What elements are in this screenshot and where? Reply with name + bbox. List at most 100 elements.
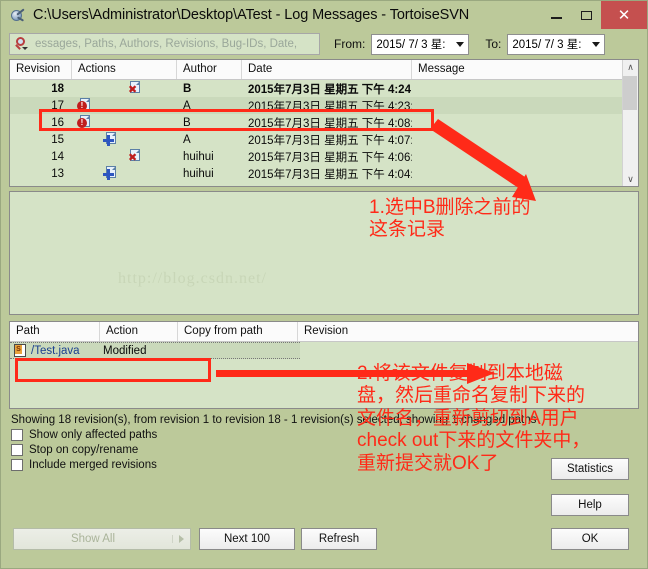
window-title: C:\Users\Administrator\Desktop\ATest - L… bbox=[33, 7, 470, 23]
cell-date: 2015年7月3日 星期五 下午 4:04:53 bbox=[248, 168, 412, 181]
cell-date: 2015年7月3日 星期五 下午 4:08:43 bbox=[248, 117, 412, 130]
search-input[interactable]: essages, Paths, Authors, Revisions, Bug-… bbox=[9, 33, 320, 55]
chevron-down-icon[interactable] bbox=[592, 41, 601, 47]
cell-author: huihui bbox=[183, 167, 214, 180]
cell-actions: ! bbox=[72, 114, 177, 131]
cell-author: A bbox=[183, 99, 191, 112]
close-button[interactable]: ✕ bbox=[601, 1, 647, 29]
search-placeholder: essages, Paths, Authors, Revisions, Bug-… bbox=[35, 38, 298, 50]
cell-revision: 14 bbox=[51, 150, 64, 163]
show-all-label: Show All bbox=[70, 533, 116, 545]
next-100-button[interactable]: Next 100 bbox=[199, 528, 295, 550]
cell-date: 2015年7月3日 星期五 下午 4:06:20 bbox=[248, 151, 412, 164]
log-table-body: 18 ✖ B 2015年7月3日 星期五 下午 4:24:39 17 ! A 2… bbox=[10, 80, 622, 182]
table-row[interactable]: 14 ✖ huihui 2015年7月3日 星期五 下午 4:06:20 bbox=[10, 148, 622, 165]
table-row[interactable]: S /Test.java Modified bbox=[10, 342, 300, 359]
show-all-button[interactable]: Show All bbox=[13, 528, 191, 550]
commit-message-panel[interactable]: http://blog.csdn.net/ bbox=[9, 191, 639, 315]
ok-button[interactable]: OK bbox=[551, 528, 629, 550]
filter-bar: essages, Paths, Authors, Revisions, Bug-… bbox=[1, 29, 647, 59]
cell-actions: ✖ bbox=[72, 148, 177, 165]
table-row[interactable]: 15 A 2015年7月3日 星期五 下午 4:07:19 bbox=[10, 131, 622, 148]
cell-actions bbox=[72, 165, 177, 182]
column-header-copy-from-path[interactable]: Copy from path bbox=[178, 322, 298, 341]
modify-icon: ! bbox=[77, 115, 92, 129]
svn-file-icon: S bbox=[14, 344, 28, 357]
cell-path: /Test.java bbox=[31, 344, 80, 357]
path-table-header: Path Action Copy from path Revision bbox=[10, 322, 638, 342]
table-row[interactable]: 13 huihui 2015年7月3日 星期五 下午 4:04:53 bbox=[10, 165, 622, 182]
table-row[interactable]: 16 ! B 2015年7月3日 星期五 下午 4:08:43 bbox=[10, 114, 622, 131]
refresh-button[interactable]: Refresh bbox=[301, 528, 377, 550]
log-table-header: Revision Actions Author Date Message bbox=[10, 60, 622, 80]
option-show-only-affected-paths[interactable]: Show only affected paths bbox=[11, 429, 647, 441]
cell-revision: 13 bbox=[51, 167, 64, 180]
option-label: Show only affected paths bbox=[29, 429, 158, 441]
table-row[interactable]: 17 ! A 2015年7月3日 星期五 下午 4:23:24 bbox=[10, 97, 622, 114]
from-date-value: 2015/ 7/ 3 星: bbox=[376, 39, 446, 51]
tortoisesvn-log-window: C:\Users\Administrator\Desktop\ATest - L… bbox=[0, 0, 648, 569]
maximize-icon bbox=[580, 10, 592, 20]
cell-actions: ✖ bbox=[72, 80, 177, 97]
scroll-up-icon[interactable]: ∧ bbox=[627, 60, 634, 74]
checkbox[interactable] bbox=[11, 429, 23, 441]
show-all-dropdown[interactable] bbox=[172, 535, 190, 543]
cell-action: Modified bbox=[103, 344, 147, 357]
cell-date: 2015年7月3日 星期五 下午 4:24:39 bbox=[248, 83, 412, 96]
cell-date: 2015年7月3日 星期五 下午 4:07:19 bbox=[248, 134, 412, 147]
column-header-actions[interactable]: Actions bbox=[72, 60, 177, 79]
log-table-panel: Revision Actions Author Date Message 18 … bbox=[9, 59, 639, 187]
column-header-path-revision[interactable]: Revision bbox=[298, 322, 398, 341]
cell-revision: 16 bbox=[51, 116, 64, 129]
cell-author: A bbox=[183, 133, 191, 146]
from-label: From: bbox=[334, 37, 366, 51]
cell-actions bbox=[72, 131, 177, 148]
window-controls: ✕ bbox=[541, 1, 647, 29]
watermark-text: http://blog.csdn.net/ bbox=[118, 270, 267, 287]
statistics-button[interactable]: Statistics bbox=[551, 458, 629, 480]
cell-author: B bbox=[183, 116, 191, 129]
table-row[interactable]: 18 ✖ B 2015年7月3日 星期五 下午 4:24:39 bbox=[10, 80, 622, 97]
search-icon[interactable] bbox=[13, 35, 33, 53]
column-header-revision[interactable]: Revision bbox=[10, 60, 72, 79]
scrollbar-thumb[interactable] bbox=[623, 76, 637, 110]
chevron-down-icon[interactable] bbox=[456, 41, 465, 47]
column-header-message[interactable]: Message bbox=[412, 60, 528, 79]
option-label: Include merged revisions bbox=[29, 459, 157, 471]
cell-revision: 17 bbox=[51, 99, 64, 112]
column-header-action[interactable]: Action bbox=[100, 322, 178, 341]
to-date-picker[interactable]: 2015/ 7/ 3 星: bbox=[507, 33, 606, 55]
checkbox[interactable] bbox=[11, 459, 23, 471]
cell-revision: 18 bbox=[51, 82, 64, 95]
column-header-author[interactable]: Author bbox=[177, 60, 242, 79]
delete-icon: ✖ bbox=[128, 149, 142, 163]
cell-date: 2015年7月3日 星期五 下午 4:23:24 bbox=[248, 100, 412, 113]
add-icon bbox=[103, 166, 118, 180]
column-header-path[interactable]: Path bbox=[10, 322, 100, 341]
checkbox[interactable] bbox=[11, 444, 23, 456]
help-button[interactable]: Help bbox=[551, 494, 629, 516]
log-scrollbar[interactable]: ∧ ∨ bbox=[622, 60, 638, 186]
cell-actions: ! bbox=[72, 97, 177, 114]
to-date-value: 2015/ 7/ 3 星: bbox=[512, 39, 582, 51]
option-stop-on-copy-rename[interactable]: Stop on copy/rename bbox=[11, 444, 647, 456]
minimize-icon bbox=[550, 17, 562, 19]
from-date-picker[interactable]: 2015/ 7/ 3 星: bbox=[371, 33, 470, 55]
option-label: Stop on copy/rename bbox=[29, 444, 139, 456]
minimize-button[interactable] bbox=[541, 1, 571, 29]
changed-paths-panel: Path Action Copy from path Revision S /T… bbox=[9, 321, 639, 409]
modify-icon: ! bbox=[77, 98, 92, 112]
delete-icon: ✖ bbox=[128, 81, 142, 95]
scroll-down-icon[interactable]: ∨ bbox=[627, 172, 634, 186]
cell-author: B bbox=[183, 82, 192, 95]
cell-revision: 15 bbox=[51, 133, 64, 146]
add-icon bbox=[103, 132, 118, 146]
to-label: To: bbox=[485, 37, 502, 51]
title-bar: C:\Users\Administrator\Desktop\ATest - L… bbox=[1, 1, 647, 29]
tortoisesvn-icon bbox=[9, 6, 27, 24]
column-header-date[interactable]: Date bbox=[242, 60, 412, 79]
maximize-button[interactable] bbox=[571, 1, 601, 29]
cell-author: huihui bbox=[183, 150, 214, 163]
close-icon: ✕ bbox=[617, 5, 631, 24]
status-text: Showing 18 revision(s), from revision 1 … bbox=[11, 414, 537, 426]
